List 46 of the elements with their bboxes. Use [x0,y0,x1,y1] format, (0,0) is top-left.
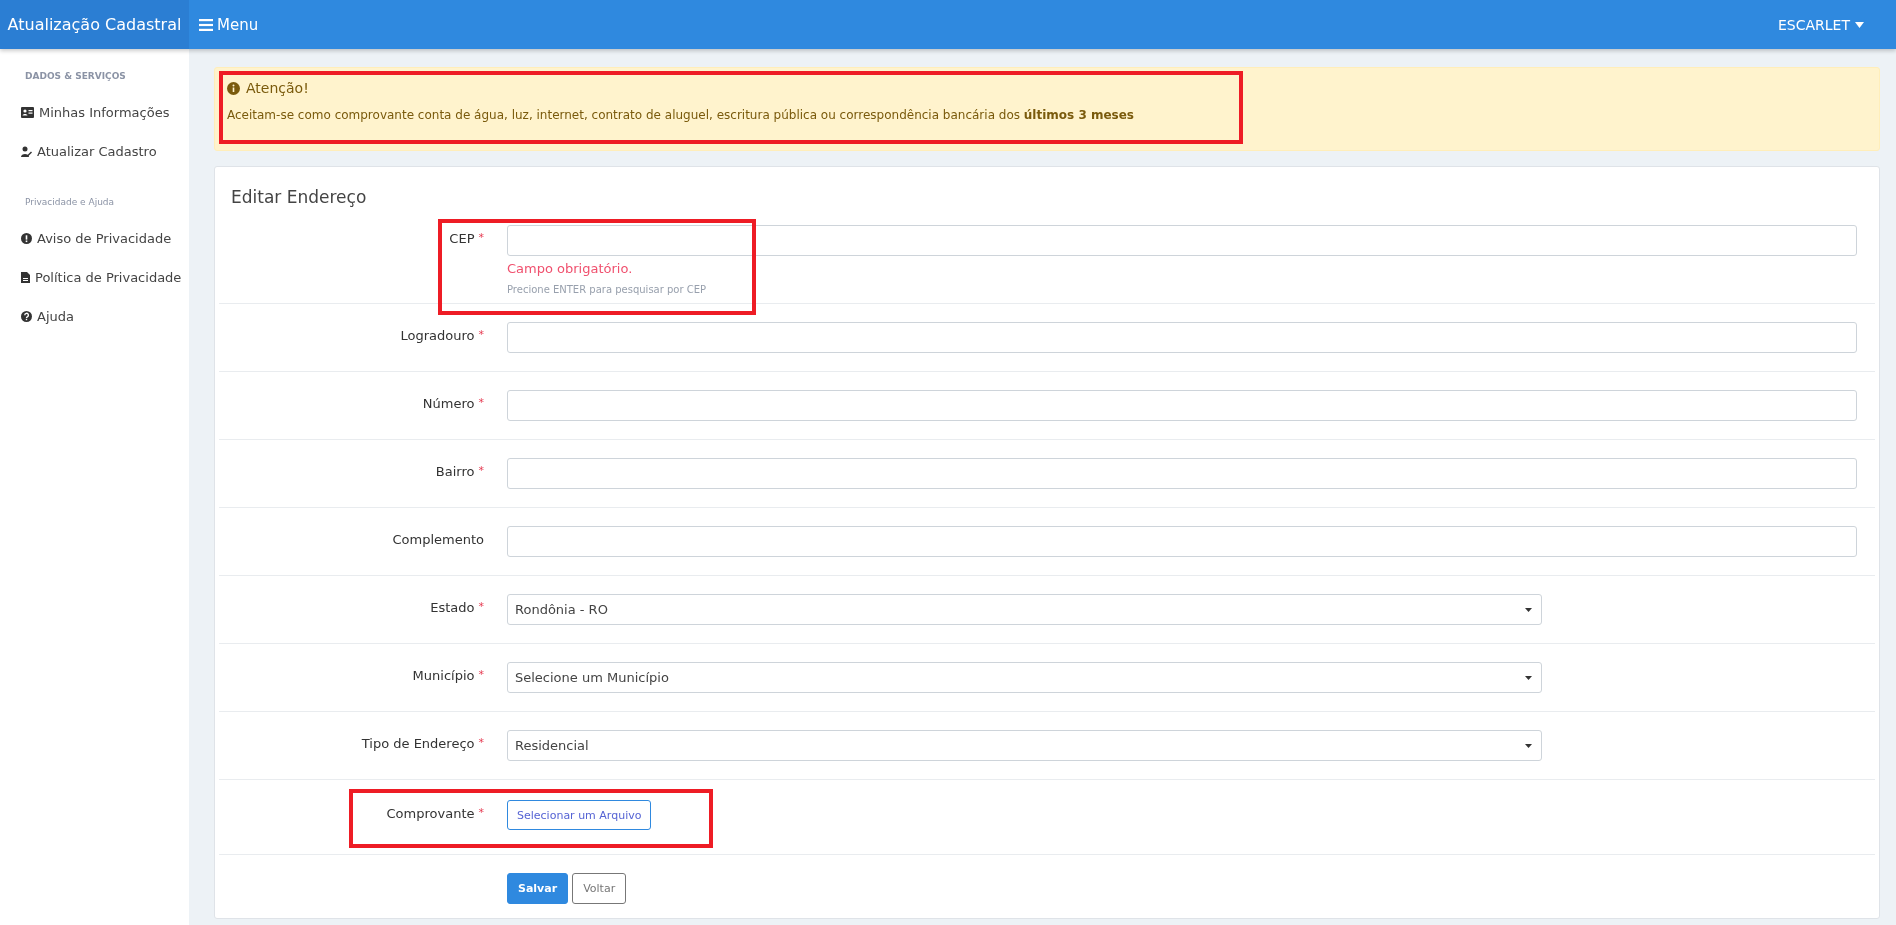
file-icon [21,272,30,283]
caret-icon [1525,607,1532,612]
app-title[interactable]: Atualização Cadastral [0,0,189,49]
error-message: Campo obrigatório. [507,261,634,276]
id-card-icon [21,107,34,118]
user-menu[interactable]: ESCARLET [1768,16,1874,33]
alert-title: Atenção! [246,80,309,96]
field-label: Estado $^{*}$ [429,599,484,615]
alert-message: Aceitam-se como comprovante conta de água, luz, internet, contrato de aluguel, escritura pública ou correspondência bancária dos últimos 3 meses [227,108,1135,122]
sidebar-item[interactable]: Política de Privacidade [0,258,189,297]
field-label: Logradouro $^{*}$ [399,327,484,343]
caret-icon [1525,675,1532,680]
field-label: Tipo de Endereço $^{*}$ [360,735,484,751]
file-select-button[interactable]: Selecionar um Arquivo [507,800,652,830]
field-label: CEP $^{*}$ [448,230,484,246]
field-label: Número $^{*}$ [421,395,484,411]
help-text: Precione ENTER para pesquisar por CEP [507,284,708,297]
field-label: Bairro $^{*}$ [434,463,484,479]
field-label: Complemento [391,531,484,547]
form-title: Editar Endereço [230,186,368,209]
select-dropdown[interactable]: Rondônia - RO [507,594,1542,625]
sidebar-item[interactable]: Atualizar Cadastro [0,132,189,171]
select-dropdown[interactable]: Residencial [507,730,1542,761]
text-input[interactable] [507,526,1857,557]
caret-icon [1525,743,1532,748]
info-icon [227,81,240,95]
field-label: Comprovante $^{*}$ [385,805,484,821]
user-edit-icon [21,146,32,157]
field-label: Município $^{*}$ [411,667,484,683]
help-icon [21,311,32,322]
sidebar-item[interactable]: Minhas Informações [0,93,189,132]
save-button[interactable]: Salvar [507,873,569,904]
caret-icon [1855,21,1864,28]
text-input[interactable] [507,458,1857,489]
text-input[interactable] [507,390,1857,421]
select-dropdown[interactable]: Selecione um Município [507,662,1542,693]
menu-icon [199,18,213,31]
text-input[interactable] [507,322,1857,353]
menu-button[interactable]: Menu [189,15,269,34]
back-button[interactable]: Voltar [572,873,627,904]
sidebar-heading: Privacidade e Ajuda [24,197,116,207]
exclamation-circle-icon [21,233,32,244]
sidebar-heading: DADOS & SERVIÇOS [24,71,127,81]
text-input[interactable] [507,225,1857,256]
sidebar-item[interactable]: Ajuda [0,297,189,336]
sidebar-item[interactable]: Aviso de Privacidade [0,219,189,258]
